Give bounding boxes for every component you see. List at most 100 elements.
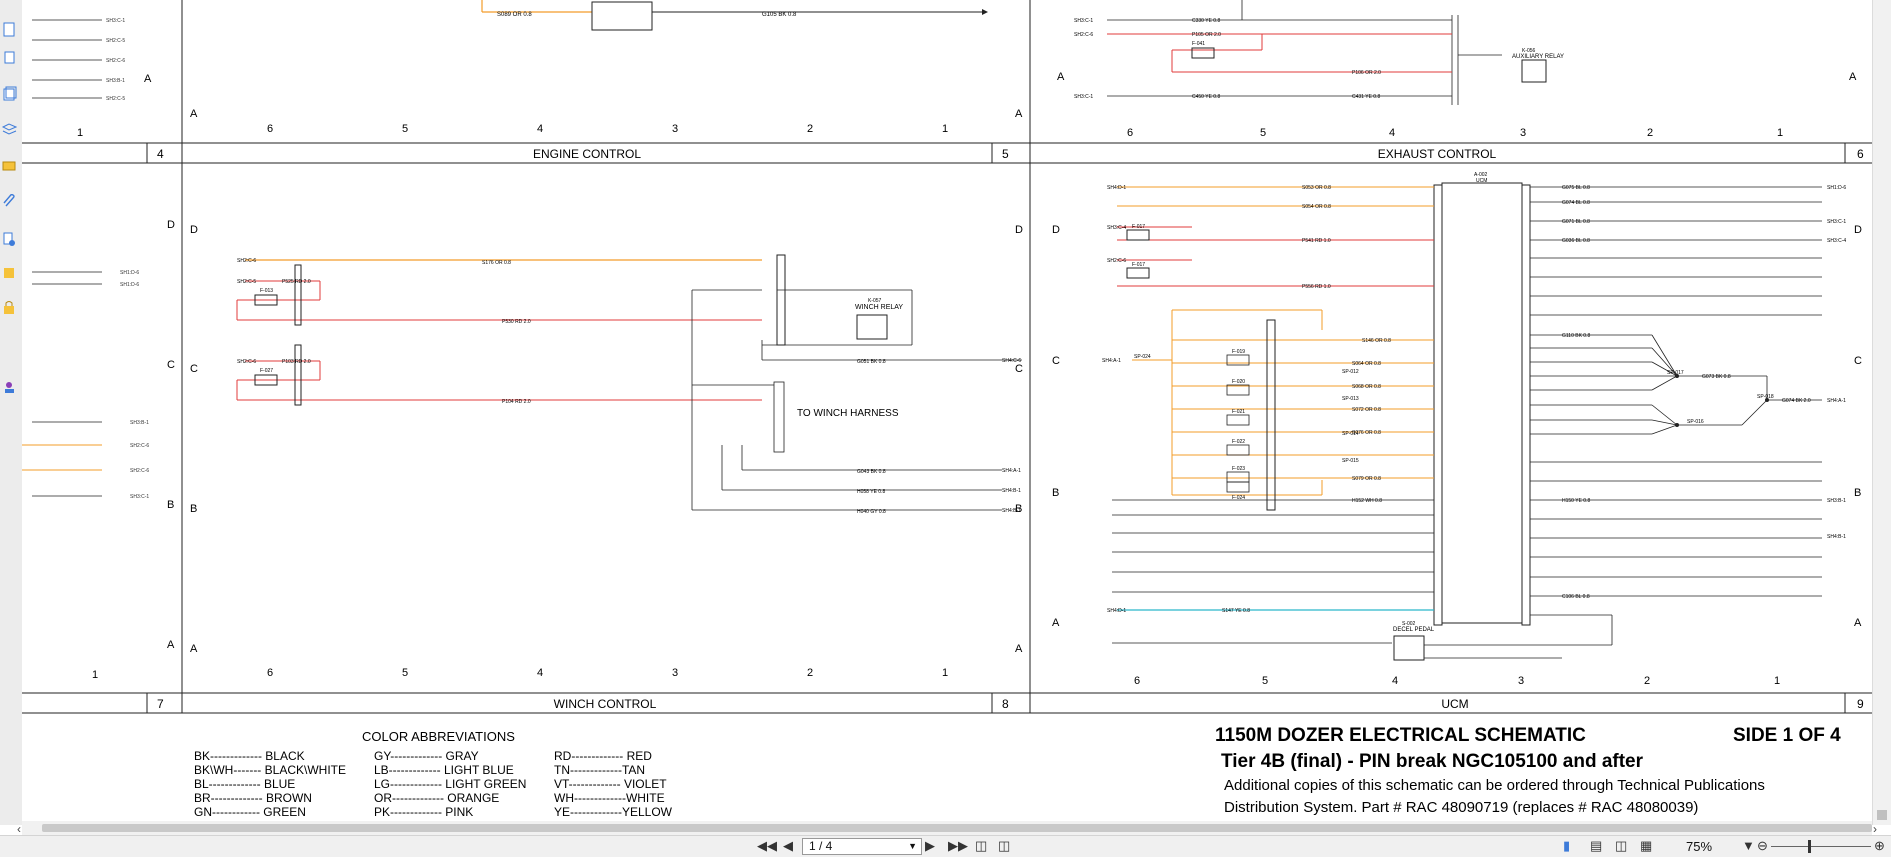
page-icon[interactable] xyxy=(2,50,17,65)
zone-number: 6 xyxy=(1857,147,1864,161)
svg-text:A: A xyxy=(1015,643,1023,655)
search-doc-icon[interactable] xyxy=(2,232,17,247)
svg-text:SH2:C-6: SH2:C-6 xyxy=(237,359,256,365)
chevron-down-icon[interactable]: ▼ xyxy=(1742,838,1755,853)
svg-text:SH1:D-6: SH1:D-6 xyxy=(120,282,139,288)
svg-text:5: 5 xyxy=(402,667,408,679)
svg-text:P106 OR 2.0: P106 OR 2.0 xyxy=(1352,70,1381,76)
svg-text:SP-015: SP-015 xyxy=(1342,458,1359,464)
svg-text:SH2:C-5: SH2:C-5 xyxy=(237,279,256,285)
color-abbrev-table: BK------------- BLACK GY------------- GRA… xyxy=(194,749,673,819)
svg-text:3: 3 xyxy=(672,667,678,679)
svg-text:F-013: F-013 xyxy=(260,288,273,294)
stamp-icon[interactable] xyxy=(2,380,17,395)
svg-text:TN-------------TAN: TN-------------TAN xyxy=(554,763,645,777)
svg-text:BR------------- BROWN: BR------------- BROWN xyxy=(194,791,312,805)
fit-width-icon[interactable]: ◫ xyxy=(998,838,1010,854)
vertical-scrollbar[interactable] xyxy=(1872,0,1891,825)
zoom-slider-handle[interactable] xyxy=(1808,840,1811,853)
svg-text:F-020: F-020 xyxy=(1232,379,1245,385)
vertical-scroll-thumb[interactable] xyxy=(1877,810,1887,820)
scroll-left-icon[interactable]: ‹ xyxy=(17,822,21,836)
svg-text:S064 OR 0.8: S064 OR 0.8 xyxy=(1352,361,1381,367)
svg-text:SH3:C-4: SH3:C-4 xyxy=(1107,225,1126,231)
svg-text:D: D xyxy=(190,224,198,236)
svg-text:SH4:D-1: SH4:D-1 xyxy=(1107,185,1126,191)
facing-view-icon[interactable]: ◫ xyxy=(1615,838,1627,854)
continuous-view-icon[interactable]: ▤ xyxy=(1590,838,1602,854)
svg-text:H040 GY 0.8: H040 GY 0.8 xyxy=(857,509,886,515)
zone-number: 8 xyxy=(1002,697,1009,711)
lock-icon[interactable] xyxy=(2,300,17,315)
first-page-icon[interactable]: ◀◀ xyxy=(757,838,777,854)
svg-text:UCM: UCM xyxy=(1476,178,1487,184)
svg-text:S089 OR 0.8: S089 OR 0.8 xyxy=(497,12,532,18)
svg-text:A: A xyxy=(1052,617,1060,629)
svg-text:SH2:C-5: SH2:C-5 xyxy=(106,38,125,44)
svg-text:5: 5 xyxy=(402,123,408,135)
horizontal-scroll-thumb[interactable] xyxy=(42,824,1872,832)
chevron-down-icon[interactable]: ▼ xyxy=(908,839,917,854)
svg-text:VT------------- VIOLET: VT------------- VIOLET xyxy=(554,777,667,791)
next-page-icon[interactable]: ▶ xyxy=(925,838,935,854)
continuous-facing-view-icon[interactable]: ▦ xyxy=(1640,838,1652,854)
zone-title-ucm: UCM xyxy=(1441,697,1468,711)
signature-icon[interactable] xyxy=(2,158,17,173)
svg-text:SH3:C-1: SH3:C-1 xyxy=(1074,18,1093,24)
svg-text:SH2:C-6: SH2:C-6 xyxy=(130,443,149,449)
svg-text:2: 2 xyxy=(807,667,813,679)
copies-line-1: Additional copies of this schematic can … xyxy=(1224,777,1765,794)
svg-text:SH4:B-1: SH4:B-1 xyxy=(1002,508,1021,514)
svg-text:AUXILIARY RELAY: AUXILIARY RELAY xyxy=(1512,54,1564,60)
attachment-icon[interactable] xyxy=(2,194,17,209)
svg-text:LB------------- LIGHT BLUE: LB------------- LIGHT BLUE xyxy=(374,763,514,777)
horizontal-scrollbar[interactable] xyxy=(22,821,1872,835)
pages-icon[interactable] xyxy=(2,86,17,101)
status-bar: ◀◀ ◀ 1 / 4 ▼ ▶ ▶▶ ◫ ◫ ▮ ▤ ◫ ▦ 75% ▼ ⊖ ⊕ xyxy=(0,835,1891,857)
page-icon[interactable] xyxy=(2,22,17,37)
last-page-icon[interactable]: ▶▶ xyxy=(948,838,968,854)
left-panel-wires xyxy=(32,19,102,497)
svg-text:OR------------- ORANGE: OR------------- ORANGE xyxy=(374,791,499,805)
zoom-out-icon[interactable]: ⊖ xyxy=(1757,838,1768,854)
svg-text:4: 4 xyxy=(1392,675,1398,687)
zone-number: 7 xyxy=(157,697,164,711)
svg-text:S147 YE 0.8: S147 YE 0.8 xyxy=(1222,608,1250,614)
svg-text:S-002: S-002 xyxy=(1402,621,1416,627)
svg-text:A: A xyxy=(167,639,175,651)
svg-text:LG------------- LIGHT GREEN: LG------------- LIGHT GREEN xyxy=(374,777,526,791)
scroll-right-icon[interactable]: › xyxy=(1873,822,1877,836)
svg-text:D: D xyxy=(1854,224,1862,236)
svg-text:C431 YE 0.8: C431 YE 0.8 xyxy=(1352,94,1380,100)
svg-text:5: 5 xyxy=(1262,675,1268,687)
page-number-field[interactable]: 1 / 4 ▼ xyxy=(802,838,922,855)
svg-text:4: 4 xyxy=(537,123,543,135)
svg-text:SH4:C-6: SH4:C-6 xyxy=(1002,358,1021,364)
svg-text:4: 4 xyxy=(537,667,543,679)
column-numbers: 6 5 4 3 2 1 6 5 4 3 2 1 6 5 4 3 2 1 6 5 4 3 2 1 1 1 xyxy=(77,123,1783,687)
svg-text:F-027: F-027 xyxy=(260,368,273,374)
svg-text:SH3:B-1: SH3:B-1 xyxy=(130,420,149,426)
svg-text:SH3:C-1: SH3:C-1 xyxy=(1827,219,1846,225)
svg-text:S068 OR 0.8: S068 OR 0.8 xyxy=(1352,384,1381,390)
layers-icon[interactable] xyxy=(2,122,17,137)
svg-text:P104 RD 2.0: P104 RD 2.0 xyxy=(502,399,531,405)
svg-text:SH4:A-1: SH4:A-1 xyxy=(1827,398,1846,404)
zoom-in-icon[interactable]: ⊕ xyxy=(1874,838,1885,854)
previous-page-icon[interactable]: ◀ xyxy=(783,838,793,854)
svg-text:SH2:C-6: SH2:C-6 xyxy=(1107,258,1126,264)
fit-page-icon[interactable]: ◫ xyxy=(975,838,987,854)
svg-text:S079 OR 0.8: S079 OR 0.8 xyxy=(1352,476,1381,482)
svg-text:SH2:C-5: SH2:C-5 xyxy=(106,96,125,102)
svg-text:3: 3 xyxy=(1520,127,1526,139)
svg-text:C: C xyxy=(167,359,175,371)
svg-text:1: 1 xyxy=(1777,127,1783,139)
single-page-view-icon[interactable]: ▮ xyxy=(1563,838,1570,854)
winch-control-circuit: WINCH RELAY K-057 TO WINCH HARNESS S176 … xyxy=(236,254,1022,515)
svg-text:F-041: F-041 xyxy=(1192,41,1205,47)
svg-text:C: C xyxy=(1854,355,1862,367)
svg-text:A: A xyxy=(1057,71,1065,83)
ucm-circuit: A-002 UCM DECEL PEDAL S-002 S053 OR 0.8 … xyxy=(1102,172,1846,661)
zoom-slider[interactable] xyxy=(1771,846,1871,847)
bookmark-icon[interactable] xyxy=(2,266,17,281)
